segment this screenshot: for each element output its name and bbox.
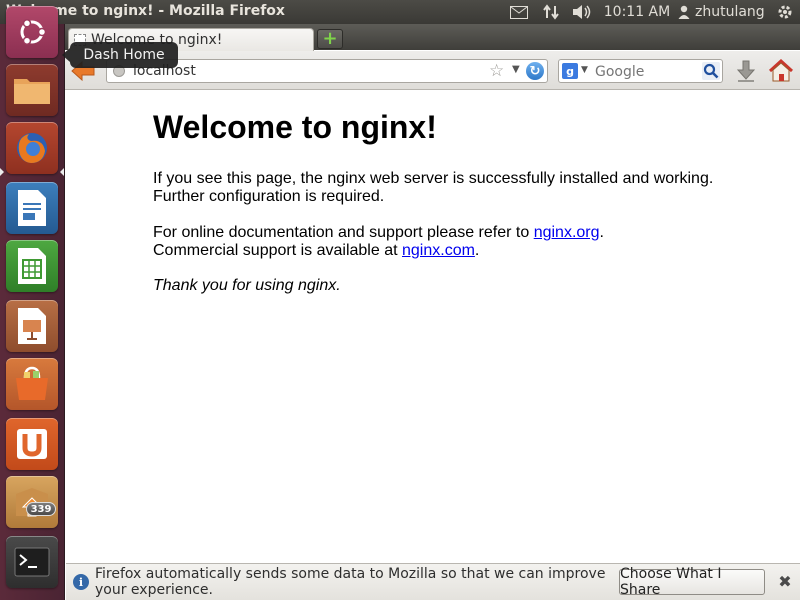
user-icon [678, 5, 690, 19]
page-content: Welcome to nginx! If you see this page, … [66, 91, 800, 563]
close-icon[interactable]: ✖ [775, 571, 795, 591]
running-indicator-left [0, 168, 4, 176]
user-menu[interactable]: zhutulang [678, 0, 768, 24]
files-launcher-icon[interactable] [6, 64, 58, 116]
google-engine-icon[interactable]: g [562, 63, 578, 79]
tooltip-arrow [62, 48, 70, 62]
running-indicator-right [60, 168, 64, 176]
intro-line-1: If you see this page, the nginx web serv… [153, 170, 714, 187]
search-icon[interactable] [702, 62, 720, 80]
notification-message: Firefox automatically sends some data to… [95, 566, 606, 598]
search-bar[interactable]: g ▼ [558, 59, 723, 83]
ubuntu-one-launcher-icon[interactable] [6, 418, 58, 470]
support-paragraph: For online documentation and support ple… [153, 224, 604, 260]
history-dropdown-icon[interactable]: ▼ [512, 64, 520, 75]
reload-icon[interactable]: ↻ [526, 62, 544, 80]
power-gear-icon[interactable] [774, 0, 796, 24]
username: zhutulang [695, 4, 765, 20]
dash-home-tooltip: Dash Home [70, 42, 178, 68]
top-panel: Welcome to nginx! - Mozilla Firefox 10:1… [0, 0, 800, 24]
software-center-launcher-icon[interactable] [6, 358, 58, 410]
dash-home-button[interactable] [6, 6, 58, 58]
ubuntu-logo-icon [20, 19, 47, 45]
home-button[interactable] [767, 58, 795, 84]
new-tab-button[interactable]: + [317, 29, 343, 49]
home-icon [768, 59, 794, 82]
impress-launcher-icon[interactable] [6, 300, 58, 352]
intro-line-2: Further configuration is required. [153, 188, 385, 205]
support-line-2: Commercial support is available at nginx… [153, 242, 604, 260]
mail-icon[interactable] [508, 0, 530, 24]
writer-launcher-icon[interactable] [6, 182, 58, 234]
thank-you-text: Thank you for using nginx. [153, 277, 341, 294]
nginx-org-link[interactable]: nginx.org [534, 224, 600, 241]
volume-icon[interactable] [570, 0, 594, 24]
update-count-badge: 339 [26, 502, 56, 516]
support-period-1: . [599, 224, 604, 241]
support-text-2: Commercial support is available at [153, 242, 402, 259]
bookmark-star-icon[interactable]: ☆ [489, 61, 504, 81]
intro-paragraph: If you see this page, the nginx web serv… [153, 170, 713, 206]
info-icon: i [73, 574, 89, 590]
terminal-launcher-icon[interactable] [6, 536, 58, 588]
download-arrow-icon [736, 60, 756, 82]
clock[interactable]: 10:11 AM [602, 0, 672, 24]
support-text-1: For online documentation and support ple… [153, 224, 534, 241]
search-input[interactable] [595, 62, 695, 81]
page-heading: Welcome to nginx! [153, 109, 437, 145]
calc-launcher-icon[interactable] [6, 240, 58, 292]
support-line-1: For online documentation and support ple… [153, 224, 604, 242]
firefox-launcher-icon[interactable] [6, 122, 58, 174]
search-engine-dropdown-icon[interactable]: ▼ [581, 65, 588, 75]
choose-what-i-share-button[interactable]: Choose What I Share [619, 566, 765, 598]
downloads-button[interactable] [735, 59, 757, 83]
notification-bar: i Firefox automatically sends some data … [66, 563, 800, 600]
network-icon[interactable] [540, 0, 562, 24]
support-period-2: . [474, 242, 480, 259]
nginx-com-link[interactable]: nginx.com [402, 242, 475, 259]
